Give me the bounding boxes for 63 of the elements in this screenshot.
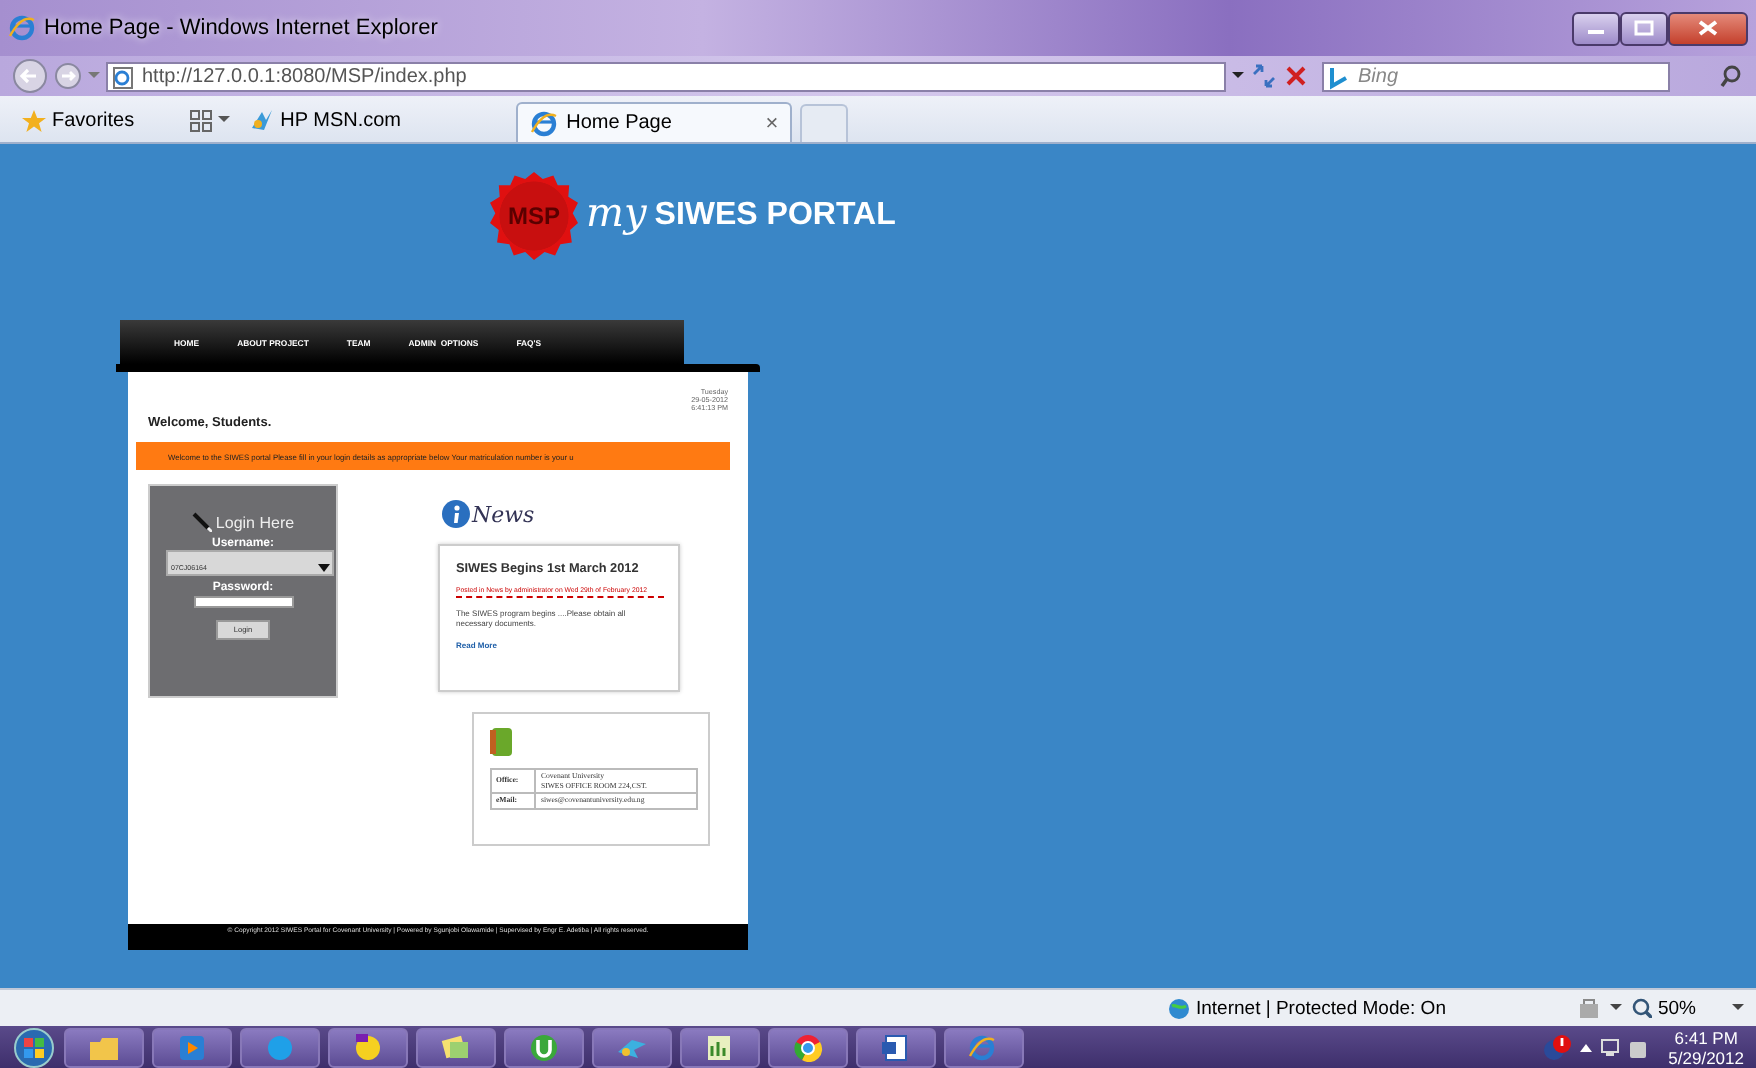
forward-icon[interactable] xyxy=(54,62,82,90)
browser-tab[interactable]: Home Page × xyxy=(516,102,793,142)
search-icon[interactable] xyxy=(1720,64,1744,88)
security-zone: Internet | Protected Mode: On xyxy=(1168,997,1446,1019)
play-icon xyxy=(176,1033,208,1061)
taskbar-button[interactable] xyxy=(64,1027,144,1067)
minimize-button[interactable] xyxy=(1572,11,1620,45)
folder-icon xyxy=(88,1033,120,1061)
address-field[interactable]: http://127.0.0.1:8080/MSP/index.php xyxy=(106,61,1226,91)
clock[interactable]: 6:41 PM 5/29/2012 xyxy=(1668,1027,1744,1067)
favorite-link[interactable]: HP MSN.com xyxy=(244,98,497,142)
close-button[interactable] xyxy=(1668,11,1748,45)
taskbar-button[interactable] xyxy=(856,1027,936,1067)
login-title: Login Here xyxy=(215,514,295,532)
stop-icon[interactable] xyxy=(1284,64,1308,88)
search-field[interactable]: Bing xyxy=(1322,61,1670,91)
logo-badge: MSP xyxy=(490,172,578,260)
maximize-icon xyxy=(1634,20,1654,36)
circle-icon xyxy=(264,1033,296,1061)
globe-icon xyxy=(1168,997,1190,1019)
logo-title: SIWES PORTAL xyxy=(654,198,896,234)
zoom-button[interactable]: 50% xyxy=(1631,997,1696,1019)
favorites-button[interactable]: Favorites xyxy=(16,98,141,142)
browser-icon xyxy=(8,14,36,42)
notebook-icon xyxy=(490,728,512,756)
bird-icon xyxy=(250,108,275,132)
taskbar-button[interactable] xyxy=(416,1027,496,1067)
logo-script: my xyxy=(586,188,647,236)
caret-icon[interactable] xyxy=(1580,1043,1593,1051)
alert-icon[interactable] xyxy=(1542,1033,1573,1061)
pen-icon xyxy=(191,512,212,532)
caret-icon[interactable] xyxy=(1732,1004,1744,1012)
chart-icon xyxy=(704,1033,736,1061)
taskbar-button[interactable] xyxy=(504,1027,584,1067)
star-icon xyxy=(22,109,46,131)
back-icon[interactable] xyxy=(12,58,48,94)
notes-icon xyxy=(440,1033,472,1061)
browser-icon xyxy=(792,1033,824,1061)
taskbar-button[interactable] xyxy=(592,1027,672,1067)
browser-icon xyxy=(968,1033,1000,1061)
close-icon xyxy=(1698,20,1718,36)
tab-close-button[interactable]: × xyxy=(765,111,779,135)
security-icon[interactable] xyxy=(1577,997,1600,1019)
grid-icon[interactable] xyxy=(190,109,213,131)
dropdown-icon xyxy=(317,564,329,572)
start-button[interactable] xyxy=(12,1027,56,1067)
password-field[interactable] xyxy=(193,596,293,608)
taskbar-button[interactable] xyxy=(944,1027,1024,1067)
caret-icon[interactable] xyxy=(1609,1004,1622,1012)
dropdown-icon[interactable] xyxy=(1232,72,1244,80)
caret-icon[interactable] xyxy=(218,116,231,124)
taskbar-button[interactable] xyxy=(328,1027,408,1067)
window-title: Home Page - Windows Internet Explorer xyxy=(44,16,438,40)
info-icon xyxy=(442,500,470,528)
network-icon[interactable] xyxy=(1600,1036,1621,1058)
page-icon xyxy=(112,65,134,89)
news-heading: News xyxy=(472,501,535,527)
document-icon xyxy=(880,1033,912,1061)
browser-icon xyxy=(530,109,559,137)
maximize-button[interactable] xyxy=(1620,11,1668,45)
magnifier-icon xyxy=(1631,998,1652,1018)
taskbar-button[interactable] xyxy=(768,1027,848,1067)
taskbar-button[interactable] xyxy=(680,1027,760,1067)
